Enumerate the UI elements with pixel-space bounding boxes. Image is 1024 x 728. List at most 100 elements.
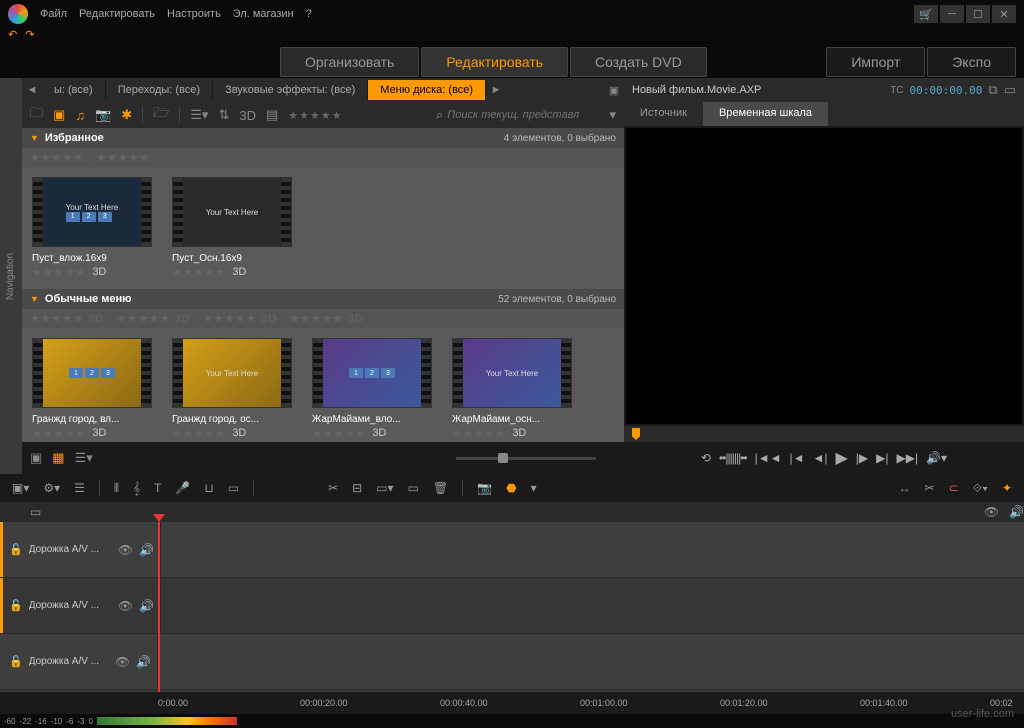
3d-icon[interactable]: 3D bbox=[239, 108, 256, 123]
eye-icon[interactable]: 👁 bbox=[984, 505, 999, 519]
track-area[interactable] bbox=[161, 522, 1024, 577]
zoom-slider[interactable] bbox=[456, 457, 596, 460]
menu-store[interactable]: Эл. магазин bbox=[233, 8, 294, 20]
tab-import[interactable]: Импорт bbox=[826, 47, 925, 77]
tab-timeline-view[interactable]: Временная шкала bbox=[703, 102, 828, 126]
tab-export[interactable]: Экспо bbox=[927, 47, 1016, 77]
search-input[interactable] bbox=[447, 109, 605, 121]
lock-icon[interactable]: 🔓 bbox=[9, 599, 23, 612]
menu-file[interactable]: Файл bbox=[40, 8, 67, 20]
marker-dropdown-icon[interactable]: ▾ bbox=[531, 481, 537, 495]
step-fwd-icon[interactable]: |▶ bbox=[856, 451, 868, 465]
jog-wheel[interactable]: ••|||||||•• bbox=[719, 451, 747, 465]
photo-icon[interactable]: 📷 bbox=[95, 107, 111, 123]
lib-tab-transitions[interactable]: Переходы: (все) bbox=[106, 80, 213, 100]
track-area[interactable] bbox=[158, 634, 1024, 689]
volume-icon[interactable]: 🔊▾ bbox=[926, 451, 947, 465]
menu-template-item[interactable]: 123 ЖарМайами_вло... ★★★★★3D bbox=[312, 338, 432, 440]
split-icon[interactable]: ⊟ bbox=[352, 481, 362, 495]
scrubber[interactable] bbox=[624, 426, 1024, 442]
tab-prev-icon[interactable]: ◄ bbox=[22, 84, 42, 96]
audio-icon[interactable]: 𝄞 bbox=[133, 481, 140, 496]
eye-icon[interactable]: 👁 bbox=[115, 655, 130, 669]
dropdown-icon[interactable]: ▾ bbox=[609, 107, 616, 123]
sort-icon[interactable]: ⇅ bbox=[218, 107, 229, 123]
prev-frame-icon[interactable]: |◄ bbox=[789, 451, 804, 465]
maximize-button[interactable]: ☐ bbox=[966, 5, 990, 23]
track-area[interactable] bbox=[161, 578, 1024, 633]
speaker-icon[interactable]: 🔊 bbox=[136, 655, 151, 669]
fit-icon[interactable]: ↔ bbox=[899, 481, 911, 495]
monitor-icon[interactable]: ▭ bbox=[228, 481, 239, 495]
navigation-strip[interactable]: Navigation bbox=[0, 78, 22, 474]
menu-edit[interactable]: Редактировать bbox=[79, 8, 155, 20]
menu-template-item[interactable]: Your Text Here Пуст_Осн.16x9 ★★★★★3D bbox=[172, 177, 292, 279]
collapse-track-icon[interactable]: ▭ bbox=[30, 505, 41, 519]
tab-organize[interactable]: Организовать bbox=[280, 47, 419, 77]
stack-icon[interactable]: ▣ bbox=[30, 450, 42, 466]
marker-orange-icon[interactable]: ⬣ bbox=[506, 481, 516, 495]
play-icon[interactable]: ▶ bbox=[835, 448, 847, 468]
menu-template-item[interactable]: Your Text Here ЖарМайами_осн... ★★★★★3D bbox=[452, 338, 572, 440]
speaker-icon[interactable]: 🔊 bbox=[1009, 505, 1024, 519]
trim-icon[interactable]: ✂ bbox=[925, 481, 935, 495]
tag-icon[interactable]: ▤ bbox=[266, 107, 278, 123]
music-icon[interactable]: ♫ bbox=[75, 108, 85, 123]
trash-icon[interactable]: 🗑 bbox=[433, 481, 448, 495]
list-view-icon[interactable]: ☰▾ bbox=[75, 450, 93, 466]
folder-icon[interactable]: 🗁 bbox=[153, 104, 169, 126]
voiceover-icon[interactable]: 🎤 bbox=[175, 481, 190, 495]
eye-icon[interactable]: 👁 bbox=[118, 599, 133, 613]
fx-icon[interactable]: ✱ bbox=[121, 107, 132, 123]
help-icon[interactable]: ? bbox=[306, 8, 312, 20]
menu-template-item[interactable]: Your Text Here123 Пуст_влож.16x9 ★★★★★3D bbox=[32, 177, 152, 279]
menu-setup[interactable]: Настроить bbox=[167, 8, 221, 20]
levels-icon[interactable]: ⫴ bbox=[114, 481, 119, 496]
tab-edit[interactable]: Редактировать bbox=[421, 47, 568, 77]
marker-icon[interactable]: ⊔ bbox=[204, 481, 213, 495]
next-frame-icon[interactable]: ▶| bbox=[876, 451, 888, 465]
step-back-icon[interactable]: ◄| bbox=[812, 451, 827, 465]
cart-icon[interactable]: 🛒 bbox=[914, 5, 938, 23]
goto-start-icon[interactable]: |◄◄ bbox=[755, 451, 782, 465]
tab-create-dvd[interactable]: Создать DVD bbox=[570, 47, 707, 77]
search-icon[interactable]: ⌕ bbox=[436, 107, 443, 123]
grid-view-icon[interactable]: ▦ bbox=[52, 450, 64, 466]
goto-end-icon[interactable]: ▶▶| bbox=[897, 451, 919, 465]
lib-tab-sound[interactable]: Звуковые эффекты: (все) bbox=[213, 80, 368, 100]
tab-source[interactable]: Источник bbox=[624, 102, 703, 126]
lib-tab-disc-menu[interactable]: Меню диска: (все) bbox=[368, 80, 486, 100]
link-icon[interactable]: ⟐▾ bbox=[973, 481, 988, 496]
snapshot-icon[interactable]: 📷 bbox=[477, 481, 492, 495]
bin-icon[interactable]: 🗀 bbox=[30, 104, 43, 126]
track-icon[interactable]: ☰ bbox=[74, 481, 85, 495]
undo-icon[interactable]: ↶ bbox=[8, 28, 17, 46]
list-icon[interactable]: ☰▾ bbox=[190, 107, 208, 123]
tab-add-icon[interactable]: ▣ bbox=[604, 84, 624, 97]
lock-icon[interactable]: 🔓 bbox=[9, 543, 23, 556]
menu-template-item[interactable]: 123 Гранжд город, вл... ★★★★★3D bbox=[32, 338, 152, 440]
rating-filter[interactable]: ★★★★★ bbox=[288, 109, 342, 122]
screen-icon[interactable]: ▭ bbox=[408, 481, 419, 495]
loop-icon[interactable]: ⟲ bbox=[701, 451, 711, 465]
category-favorites[interactable]: ▼ Избранное 4 элементов, 0 выбрано bbox=[22, 128, 624, 148]
tab-next-icon[interactable]: ► bbox=[486, 84, 506, 96]
menu-template-item[interactable]: Your Text Here Гранжд город, ос... ★★★★★… bbox=[172, 338, 292, 440]
magnet-icon[interactable]: ⊂ bbox=[949, 481, 959, 495]
group-icon[interactable]: ▭▾ bbox=[376, 481, 393, 495]
close-button[interactable]: ✕ bbox=[992, 5, 1016, 23]
popout-icon[interactable]: ⧉ bbox=[988, 82, 997, 98]
razor-icon[interactable]: ✂ bbox=[328, 481, 338, 495]
lock-icon[interactable]: 🔓 bbox=[9, 655, 23, 668]
fx-icon[interactable]: ✦ bbox=[1002, 481, 1012, 495]
speaker-icon[interactable]: 🔊 bbox=[139, 599, 154, 613]
settings-icon[interactable]: ⚙▾ bbox=[43, 481, 60, 495]
minimize-button[interactable]: ─ bbox=[940, 5, 964, 23]
category-regular[interactable]: ▼ Обычные меню 52 элементов, 0 выбрано bbox=[22, 289, 624, 309]
title-icon[interactable]: T bbox=[154, 481, 161, 495]
redo-icon[interactable]: ↷ bbox=[25, 28, 34, 46]
fullscreen-icon[interactable]: ▭ bbox=[1004, 82, 1016, 98]
time-ruler[interactable]: 0:00.00 00:00:20.00 00:00:40.00 00:01:00… bbox=[0, 692, 1024, 714]
media-icon[interactable]: ▣ bbox=[53, 107, 65, 123]
lib-tab-all[interactable]: ы: (все) bbox=[42, 80, 106, 100]
